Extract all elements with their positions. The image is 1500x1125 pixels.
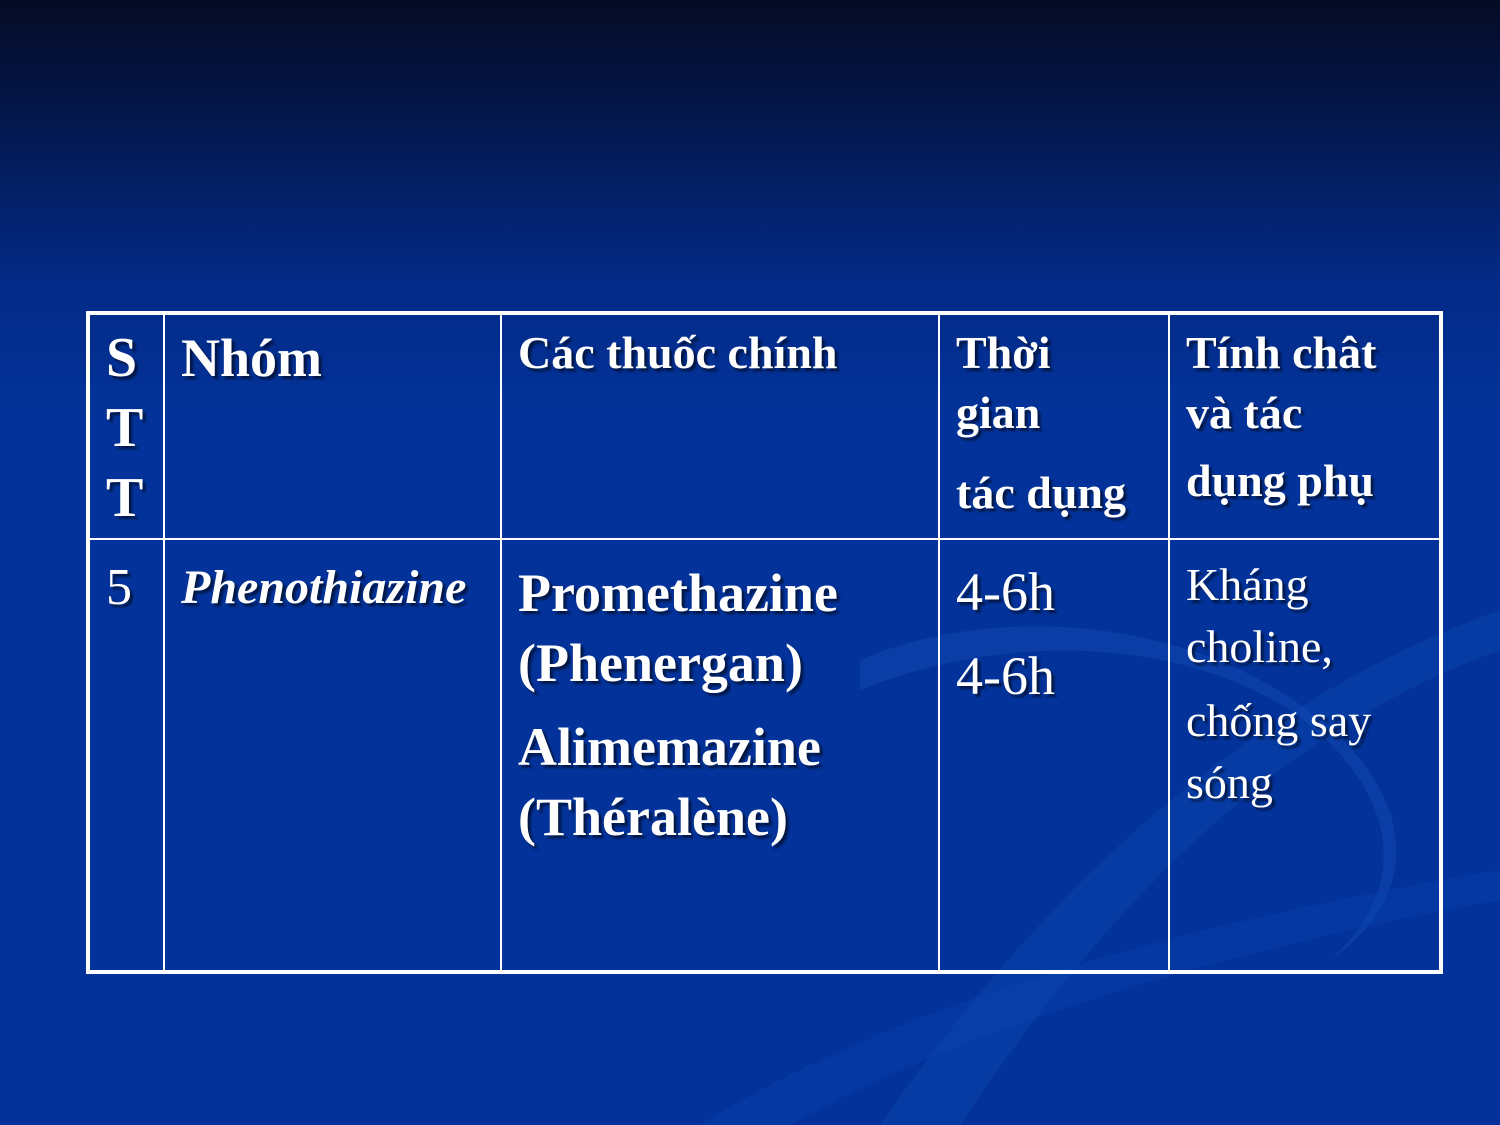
cell-stt: 5 (87, 538, 165, 973)
header-duration-line: Thời (956, 327, 1051, 378)
header-duration-line: tác dụng (956, 467, 1126, 518)
cell-group: Phenothiazine (163, 538, 502, 973)
header-stt-letter: T (106, 467, 144, 529)
drug-brand: (Phenergan) (518, 633, 803, 693)
drug-name: Alimemazine (518, 717, 821, 777)
header-properties-line: và tác (1186, 387, 1303, 438)
property-line: choline, (1186, 621, 1333, 672)
header-group-label: Nhóm (181, 328, 323, 388)
drug-table: S T T Nhóm Các thuốc chính Thời gian tác… (86, 311, 1443, 974)
header-drugs-label: Các thuốc chính (518, 327, 838, 378)
row-number: 5 (106, 559, 132, 616)
header-duration: Thời gian tác dụng (938, 312, 1170, 540)
header-group: Nhóm (163, 312, 502, 540)
property-line: chống say (1186, 695, 1372, 746)
drug-name: Promethazine (518, 563, 838, 623)
drug-brand: (Théralène) (518, 787, 788, 847)
table-header-row: S T T Nhóm Các thuốc chính Thời gian tác… (87, 312, 1442, 540)
header-duration-line: gian (956, 387, 1041, 438)
property-line: sóng (1186, 757, 1273, 808)
table-row: 5 Phenothiazine Promethazine (Phenergan)… (87, 538, 1442, 973)
cell-properties: Kháng choline, chống say sóng (1168, 538, 1442, 973)
header-properties-line: Tính chât (1186, 327, 1377, 378)
header-stt-letter: S (106, 327, 138, 389)
cell-drugs: Promethazine (Phenergan) Alimemazine (Th… (500, 538, 940, 973)
duration-value: 4-6h (956, 646, 1055, 706)
header-drugs: Các thuốc chính (500, 312, 940, 540)
duration-value: 4-6h (956, 562, 1055, 622)
header-stt: S T T (87, 312, 165, 540)
drug-group-name: Phenothiazine (181, 561, 467, 614)
cell-duration: 4-6h 4-6h (938, 538, 1170, 973)
header-properties-line: dụng phụ (1186, 455, 1374, 506)
header-properties: Tính chât và tác dụng phụ (1168, 312, 1442, 540)
property-line: Kháng (1186, 559, 1309, 610)
header-stt-letter: T (106, 397, 144, 459)
